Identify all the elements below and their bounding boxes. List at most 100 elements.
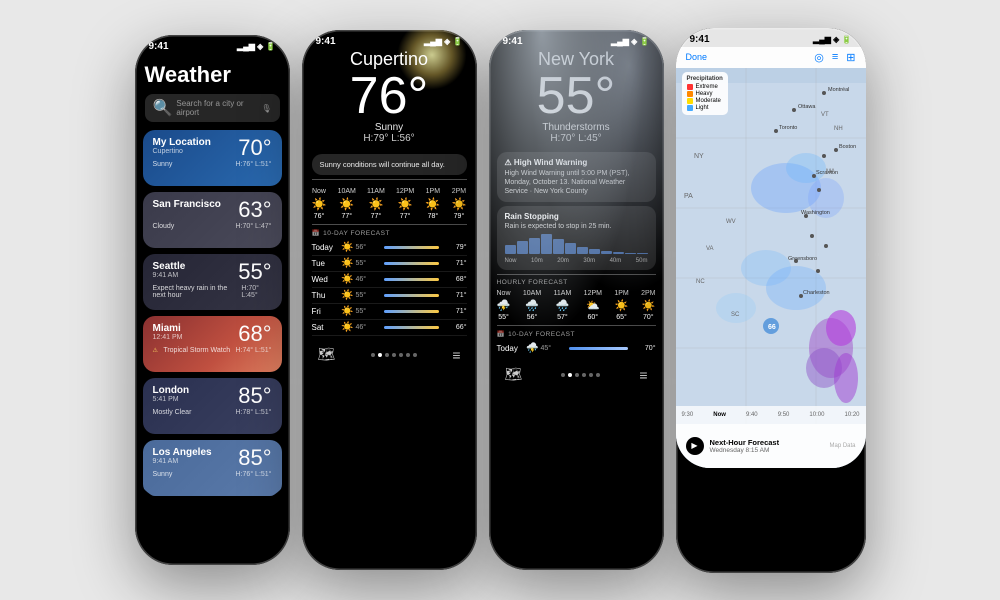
list-icon[interactable]: ≡	[452, 347, 460, 363]
p2-dot-1	[371, 353, 375, 357]
legend-light: Light	[687, 105, 723, 111]
p2-hour-icon: ☀️	[398, 197, 413, 211]
item-time-seattle: 9:41 AM	[153, 272, 186, 279]
svg-text:NY: NY	[694, 153, 704, 160]
p4-list-icon[interactable]: ≡	[832, 51, 838, 64]
svg-text:Greensboro: Greensboro	[788, 256, 817, 262]
phone-3-screen: 9:41 ▂▄▆ ◈ 🔋 New York 55° Thunderstorms …	[489, 30, 664, 389]
p2-forecast-low: 46°	[356, 324, 380, 331]
p2-hour-item: 12PM ☀️ 77°	[396, 188, 414, 220]
item-temp-mylocation: 70°	[238, 137, 271, 159]
p2-forecast-low: 55°	[356, 292, 380, 299]
map-icon[interactable]: 🗺	[318, 346, 336, 363]
p2-forecast-high: 79°	[443, 244, 467, 251]
phone-4-radar: 9:41 ▂▄▆ ◈ 🔋 Done ◎ ≡ ⊞	[676, 28, 866, 573]
p2-forecast-bar	[384, 262, 439, 265]
p2-hour-label: 1PM	[426, 188, 440, 195]
p2-dot-6	[406, 353, 410, 357]
p4-layers-icon[interactable]: ⊞	[846, 51, 855, 64]
p2-forecast-row: Today ☀️ 56° 79°	[312, 240, 467, 256]
status-bar-3: 9:41 ▂▄▆ ◈ 🔋	[489, 30, 664, 49]
legend-color-moderate	[687, 98, 693, 104]
p4-next-hour-time: Wednesday 8:15 AM	[710, 447, 780, 454]
p2-hour-icon: ☀️	[339, 197, 354, 211]
legend-color-extreme	[687, 84, 693, 90]
item-name-sf: San Francisco	[153, 199, 221, 210]
timeline-label-5: 10:00	[809, 412, 824, 418]
legend-extreme: Extreme	[687, 84, 723, 90]
list-item-my-location[interactable]: My Location Cupertino 70° Sunny H:76° L:…	[143, 130, 282, 186]
p2-dot-active	[378, 353, 382, 357]
svg-text:NH: NH	[834, 126, 843, 132]
list-item-london[interactable]: London 5:41 PM 85° Mostly Clear H:78° L:…	[143, 378, 282, 434]
p2-forecast-label: 📅 10-DAY FORECAST	[312, 224, 467, 237]
item-time-london: 5:41 PM	[153, 396, 190, 403]
p2-hour-temp: 77°	[400, 213, 411, 220]
p2-hour-icon: ☀️	[451, 197, 466, 211]
p2-forecast-row: Fri ☀️ 55° 71°	[312, 304, 467, 320]
p2-hour-item: 2PM ☀️ 79°	[451, 188, 466, 220]
p4-location-icon[interactable]: ◎	[814, 51, 824, 64]
p2-forecast-day: Wed	[312, 275, 340, 284]
p2-forecast-day: Sat	[312, 323, 340, 332]
p1-search-bar[interactable]: 🔍 Search for a city or airport 🎙	[145, 94, 280, 122]
timeline-label-6: 10:20	[844, 412, 859, 418]
p2-forecast-high: 71°	[443, 308, 467, 315]
legend-color-light	[687, 105, 693, 111]
list-item-seattle[interactable]: Seattle 9:41 AM 55° Expect heavy rain in…	[143, 254, 282, 310]
storm-background	[489, 30, 664, 389]
item-hl-la: H:76° L:51°	[236, 471, 272, 478]
item-name-seattle: Seattle	[153, 261, 186, 272]
search-icon: 🔍	[153, 98, 173, 118]
status-bar-1: 9:41 ▂▄▆ ◈ 🔋	[135, 35, 290, 54]
item-cond-seattle: Expect heavy rain in the next hour	[153, 285, 242, 299]
list-item-sf[interactable]: San Francisco 63° Cloudy H:70° L:47°	[143, 192, 282, 248]
p2-hour-label: Now	[312, 188, 326, 195]
svg-text:VA: VA	[706, 246, 714, 252]
p2-forecast-bar	[384, 278, 439, 281]
list-item-miami[interactable]: Miami 12:41 PM 68° ⚠ Tropical Storm Watc…	[143, 316, 282, 372]
p2-hour-label: 11AM	[367, 188, 385, 195]
item-hl-seattle: H:70° L:45°	[241, 285, 271, 299]
p2-forecast-rows: Today ☀️ 56° 79° Tue ☀️ 55° 71° Wed ☀️ 4…	[312, 240, 467, 336]
svg-text:MA: MA	[826, 169, 835, 175]
phone-2-screen: 9:41 ▂▄▆ ◈ 🔋 Cupertino 76° Sunny H:79° L…	[302, 30, 477, 369]
p2-temp: 76°	[314, 70, 465, 122]
status-bar-4: 9:41 ▂▄▆ ◈ 🔋	[676, 28, 866, 47]
p2-forecast-high: 66°	[443, 324, 467, 331]
p2-hour-label: 10AM	[338, 188, 356, 195]
list-item-la[interactable]: Los Angeles 9:41 AM 85° Sunny H:76° L:51…	[143, 440, 282, 496]
p1-search-text: Search for a city or airport	[176, 99, 257, 117]
p2-forecast-section: 📅 10-DAY FORECAST Today ☀️ 56° 79° Tue ☀…	[312, 224, 467, 336]
status-bar-2: 9:41 ▂▄▆ ◈ 🔋	[302, 30, 477, 49]
item-time-miami: 12:41 PM	[153, 334, 183, 341]
p2-hl: H:79° L:56°	[314, 133, 465, 144]
status-time-2: 9:41	[316, 36, 336, 47]
p2-hour-temp: 77°	[341, 213, 352, 220]
item-temp-london: 85°	[238, 385, 271, 407]
legend-label-moderate: Moderate	[696, 98, 721, 104]
p2-hour-temp: 77°	[371, 213, 382, 220]
p2-forecast-high: 68°	[443, 276, 467, 283]
p4-done-button[interactable]: Done	[686, 52, 708, 62]
p2-forecast-low: 56°	[356, 244, 380, 251]
p2-forecast-row: Thu ☀️ 55° 71°	[312, 288, 467, 304]
p2-hour-temp: 76°	[314, 213, 325, 220]
p4-next-hour[interactable]: ▶ Next-Hour Forecast Wednesday 8:15 AM M…	[676, 424, 866, 468]
p2-hour-icon: ☀️	[312, 197, 327, 211]
p2-hourly-row: Now ☀️ 76° 10AM ☀️ 77° 11AM ☀️ 77° 12PM …	[312, 188, 467, 220]
p2-forecast-icon: ☀️	[340, 258, 356, 269]
svg-text:66: 66	[768, 324, 776, 331]
p2-forecast-day: Fri	[312, 307, 340, 316]
item-hl-sf: H:70° L:47°	[236, 223, 272, 230]
p2-hour-item: 1PM ☀️ 78°	[425, 188, 440, 220]
p4-play-button[interactable]: ▶	[686, 437, 704, 455]
p2-forecast-row: Sat ☀️ 46° 66°	[312, 320, 467, 336]
phone-1-header: Weather 🔍 Search for a city or airport 🎙	[135, 54, 290, 126]
p4-radar-map[interactable]: Montréal Ottawa Boston Toronto Scranton …	[676, 68, 866, 468]
phone-1-weather-list: 9:41 ▂▄▆ ◈ 🔋 Weather 🔍 Search for a city…	[135, 35, 290, 565]
item-temp-miami: 68°	[238, 323, 271, 345]
p2-forecast-bar	[384, 246, 439, 249]
mic-icon: 🎙	[261, 104, 271, 113]
p2-info-text: Sunny conditions will continue all day.	[320, 160, 445, 169]
